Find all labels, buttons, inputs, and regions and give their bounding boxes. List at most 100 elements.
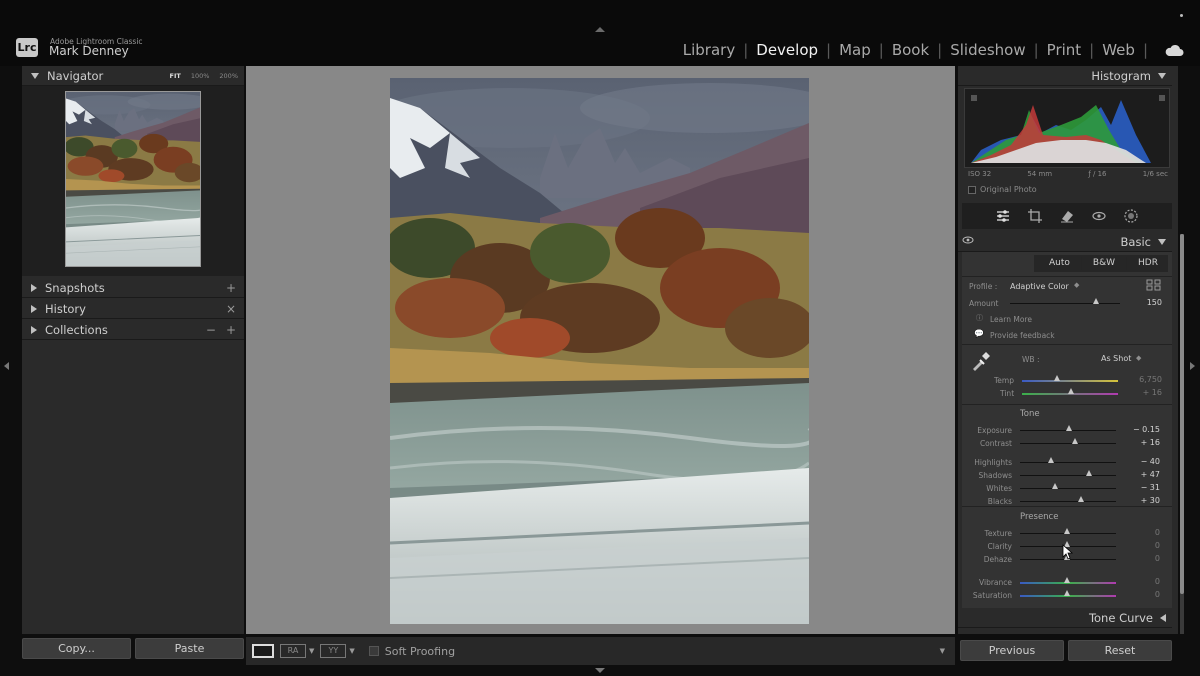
healing-eraser-icon[interactable] bbox=[1059, 208, 1075, 224]
navigator-thumbnail[interactable] bbox=[65, 91, 201, 267]
previous-button[interactable]: Previous bbox=[960, 640, 1064, 661]
soft-proofing-checkbox[interactable] bbox=[368, 646, 379, 656]
histogram[interactable] bbox=[964, 88, 1170, 168]
presence-slider-value[interactable]: 0 bbox=[1120, 528, 1160, 537]
tone-slider-thumb[interactable] bbox=[1078, 496, 1084, 502]
module-web[interactable]: Web bbox=[1100, 41, 1137, 59]
presence-slider-label: Clarity bbox=[987, 542, 1012, 551]
navigator-preview-area[interactable] bbox=[22, 86, 244, 276]
wb-dropdown-arrow-icon[interactable]: ◆ bbox=[1136, 354, 1141, 362]
tone-slider-thumb[interactable] bbox=[1072, 438, 1078, 444]
provide-feedback-link[interactable]: Provide feedback bbox=[990, 331, 1055, 340]
tone-slider-track[interactable] bbox=[1020, 443, 1116, 444]
amount-slider-thumb[interactable] bbox=[1093, 298, 1099, 304]
history-header[interactable]: History × bbox=[22, 299, 244, 319]
tone-slider-value[interactable]: − 0.15 bbox=[1120, 425, 1160, 434]
collapse-filmstrip-arrow-icon[interactable] bbox=[595, 668, 605, 673]
collapse-right-panel-arrow-icon[interactable] bbox=[1190, 362, 1195, 370]
tone-slider-thumb[interactable] bbox=[1086, 470, 1092, 476]
tone-slider-value[interactable]: + 16 bbox=[1120, 438, 1160, 447]
tone-slider-value[interactable]: − 40 bbox=[1120, 457, 1160, 466]
profile-dropdown[interactable]: Adaptive Color bbox=[1010, 282, 1069, 291]
tone-slider-value[interactable]: + 30 bbox=[1120, 496, 1160, 505]
amount-value[interactable]: 150 bbox=[1122, 298, 1162, 307]
module-map[interactable]: Map bbox=[837, 41, 873, 59]
paste-button[interactable]: Paste bbox=[135, 638, 244, 659]
zoom-200[interactable]: 200% bbox=[219, 72, 238, 80]
presence-slider-thumb[interactable] bbox=[1064, 590, 1070, 596]
amount-slider-track[interactable] bbox=[1010, 303, 1120, 304]
tone-slider-value[interactable]: + 47 bbox=[1120, 470, 1160, 479]
module-library[interactable]: Library bbox=[681, 41, 737, 59]
copy-button[interactable]: Copy... bbox=[22, 638, 131, 659]
navigator-header[interactable]: Navigator FIT 100% 200% bbox=[22, 66, 244, 86]
original-photo-label: Original Photo bbox=[980, 185, 1037, 194]
presence-slider-value[interactable]: 0 bbox=[1120, 590, 1160, 599]
zoom-fit[interactable]: FIT bbox=[170, 72, 181, 80]
presence-slider-thumb[interactable] bbox=[1064, 528, 1070, 534]
crop-icon[interactable] bbox=[1027, 208, 1043, 224]
main-photo[interactable] bbox=[390, 78, 809, 624]
tone-slider-track[interactable] bbox=[1020, 475, 1116, 476]
presence-slider-value[interactable]: 0 bbox=[1120, 577, 1160, 586]
histogram-title: Histogram bbox=[1091, 68, 1151, 83]
cloud-icon[interactable] bbox=[1164, 43, 1184, 57]
tint-slider-thumb[interactable] bbox=[1068, 388, 1074, 394]
tone-slider-thumb[interactable] bbox=[1048, 457, 1054, 463]
temp-slider-thumb[interactable] bbox=[1054, 375, 1060, 381]
wb-dropdown[interactable]: As Shot bbox=[1101, 354, 1131, 363]
learn-more-link[interactable]: Learn More bbox=[990, 315, 1032, 324]
masking-icon[interactable] bbox=[1123, 208, 1139, 224]
presence-slider-value[interactable]: 0 bbox=[1120, 541, 1160, 550]
zoom-100[interactable]: 100% bbox=[191, 72, 210, 80]
profile-dropdown-arrow-icon[interactable]: ◆ bbox=[1074, 281, 1079, 289]
original-photo-checkbox[interactable] bbox=[968, 185, 976, 194]
collections-header[interactable]: Collections − + bbox=[22, 320, 244, 340]
before-after-menu-icon[interactable]: ▼ bbox=[309, 647, 314, 655]
tone-slider-label: Highlights bbox=[974, 458, 1012, 467]
before-after-copy-menu-icon[interactable]: ▼ bbox=[349, 647, 354, 655]
bw-button[interactable]: B&W bbox=[1082, 257, 1127, 270]
red-eye-icon[interactable] bbox=[1091, 208, 1107, 224]
reset-button[interactable]: Reset bbox=[1068, 640, 1172, 661]
tone-slider-track[interactable] bbox=[1020, 501, 1116, 502]
add-snapshot-button[interactable]: + bbox=[226, 281, 236, 295]
collapse-top-panel-arrow-icon[interactable] bbox=[595, 27, 605, 32]
auto-button[interactable]: Auto bbox=[1038, 257, 1082, 270]
temp-value[interactable]: 6,750 bbox=[1122, 375, 1162, 384]
lrc-logo: Lrc bbox=[16, 38, 38, 57]
toolbar-menu-icon[interactable]: ▼ bbox=[940, 647, 945, 655]
clear-history-button[interactable]: × bbox=[226, 302, 236, 316]
add-collection-button[interactable]: + bbox=[226, 323, 236, 337]
original-photo-toggle[interactable]: Original Photo bbox=[968, 185, 1037, 194]
wb-eyedropper-icon[interactable] bbox=[970, 350, 992, 372]
image-canvas[interactable] bbox=[246, 66, 955, 634]
tone-slider-track[interactable] bbox=[1020, 488, 1116, 489]
module-print[interactable]: Print bbox=[1045, 41, 1084, 59]
remove-collection-button[interactable]: − bbox=[206, 323, 216, 337]
tone-curve-header[interactable]: Tone Curve bbox=[958, 608, 1172, 628]
tone-slider-thumb[interactable] bbox=[1052, 483, 1058, 489]
tone-slider-track[interactable] bbox=[1020, 462, 1116, 463]
module-slideshow[interactable]: Slideshow bbox=[948, 41, 1027, 59]
presence-slider-thumb[interactable] bbox=[1064, 577, 1070, 583]
right-panel-scrollbar-thumb[interactable] bbox=[1180, 234, 1184, 594]
presence-slider-value[interactable]: 0 bbox=[1120, 554, 1160, 563]
profile-browser-grid-icon[interactable] bbox=[1146, 279, 1162, 291]
tone-slider-thumb[interactable] bbox=[1066, 425, 1072, 431]
loupe-view-button[interactable] bbox=[252, 644, 274, 658]
edit-sliders-icon[interactable] bbox=[995, 208, 1011, 224]
basic-panel-header[interactable]: Basic bbox=[958, 232, 1172, 252]
before-after-left-right-button[interactable]: RA bbox=[280, 644, 306, 658]
tone-slider-value[interactable]: − 31 bbox=[1120, 483, 1160, 492]
collapse-left-panel-arrow-icon[interactable] bbox=[4, 362, 9, 370]
snapshots-header[interactable]: Snapshots + bbox=[22, 278, 244, 298]
module-book[interactable]: Book bbox=[890, 41, 931, 59]
hdr-button[interactable]: HDR bbox=[1127, 257, 1169, 270]
module-develop[interactable]: Develop bbox=[754, 41, 820, 59]
module-separator: | bbox=[743, 41, 749, 59]
temp-slider-track[interactable] bbox=[1022, 380, 1118, 382]
histogram-header[interactable]: Histogram bbox=[958, 66, 1172, 86]
tint-value[interactable]: + 16 bbox=[1122, 388, 1162, 397]
before-after-copy-button[interactable]: YY bbox=[320, 644, 347, 658]
